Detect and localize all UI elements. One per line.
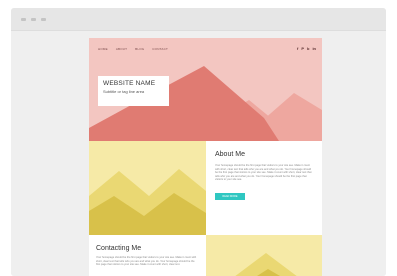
about-paragraph: Your homepage should be the first page t… — [215, 164, 312, 182]
browser-viewport: HOME ABOUT BLOG CONTACT f P b in WEBSITE… — [11, 31, 386, 276]
about-image — [89, 141, 206, 235]
site-subtitle: Subtitle or tag line area — [103, 89, 145, 94]
linkedin-icon[interactable]: in — [312, 46, 316, 51]
site-title-box: WEBSITE NAME Subtitle or tag line area — [98, 76, 169, 106]
site-title: WEBSITE NAME — [103, 80, 156, 87]
blogger-icon[interactable]: b — [307, 46, 309, 51]
window-control-dot[interactable] — [31, 18, 36, 21]
contact-section: Contacting Me Your homepage should be th… — [89, 235, 206, 276]
social-links: f P b in — [297, 46, 316, 51]
about-mountain-illustration — [89, 169, 206, 235]
hero-section: HOME ABOUT BLOG CONTACT f P b in WEBSITE… — [89, 38, 322, 141]
nav-item-blog[interactable]: BLOG — [135, 47, 144, 51]
nav-item-contact[interactable]: CONTACT — [152, 47, 168, 51]
window-control-dot[interactable] — [41, 18, 46, 21]
contact-image — [206, 235, 322, 276]
website-template: HOME ABOUT BLOG CONTACT f P b in WEBSITE… — [89, 38, 322, 276]
read-more-button[interactable]: READ MORE — [215, 192, 245, 200]
nav-item-home[interactable]: HOME — [98, 47, 108, 51]
about-heading: About Me — [215, 151, 245, 158]
main-nav: HOME ABOUT BLOG CONTACT — [98, 47, 168, 51]
contact-heading: Contacting Me — [96, 245, 142, 252]
contact-paragraph: Your homepage should be the first page t… — [96, 256, 197, 267]
about-section: About Me Your homepage should be the fir… — [206, 141, 322, 235]
nav-item-about[interactable]: ABOUT — [116, 47, 127, 51]
window-control-dot[interactable] — [21, 18, 26, 21]
contact-mountain-illustration — [235, 253, 297, 276]
pinterest-icon[interactable]: P — [301, 46, 304, 51]
facebook-icon[interactable]: f — [297, 46, 298, 51]
browser-window: HOME ABOUT BLOG CONTACT f P b in WEBSITE… — [11, 8, 386, 276]
browser-title-bar — [11, 8, 386, 31]
